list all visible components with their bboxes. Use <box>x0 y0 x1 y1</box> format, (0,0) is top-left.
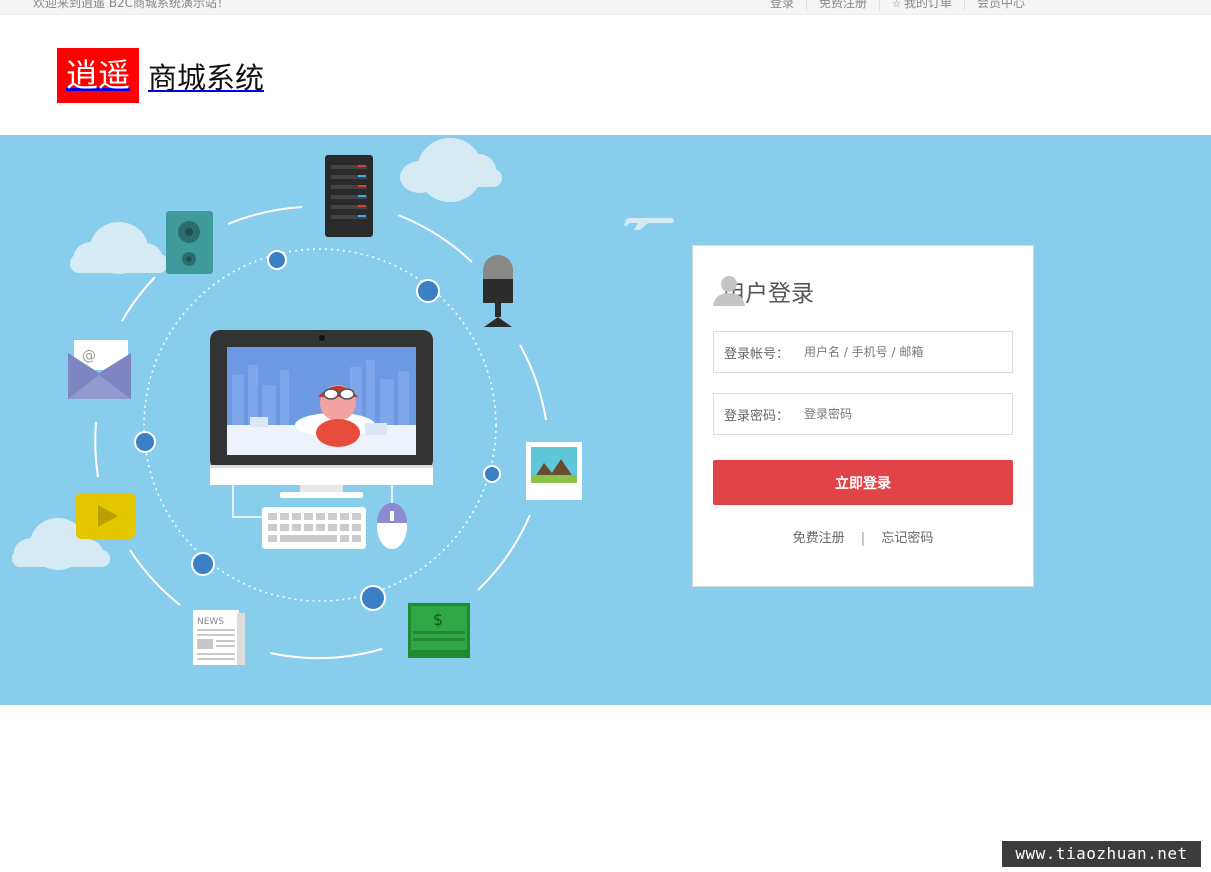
computer-icon <box>210 330 433 498</box>
top-link-member-center[interactable]: 会员中心 <box>964 0 1037 11</box>
mail-icon: @ <box>68 340 131 399</box>
star-icon: ☆ <box>892 0 901 10</box>
news-label: NEWS <box>197 617 224 627</box>
account-label: 登录帐号： <box>724 346 790 362</box>
logo-name: 商城系统 <box>148 60 265 95</box>
top-link-orders-label: 我的订单 <box>904 0 953 10</box>
login-title: 用户登录 <box>713 274 814 308</box>
top-link-login-label: 登录 <box>770 0 795 10</box>
login-banner: @ NEWS $ 用户登录 登录帐号： 用户名 / 手机号 / 邮箱 登录密码：… <box>0 135 1211 705</box>
logo-mark: 逍遥 <box>57 48 140 103</box>
speaker-icon <box>166 211 213 274</box>
welcome-text: 欢迎来到逍遥 B2C商城系统演示站！ <box>33 0 230 10</box>
account-field: 登录帐号： <box>713 331 1013 373</box>
site-logo[interactable]: 逍遥 商城系统 <box>57 48 264 103</box>
account-input[interactable] <box>804 333 1004 371</box>
keyboard-cable <box>232 485 262 518</box>
cloud-icon <box>70 222 168 274</box>
password-label: 登录密码： <box>724 408 790 424</box>
top-link-login[interactable]: 登录 <box>770 0 806 11</box>
cloud-icon <box>400 138 502 202</box>
svg-text:@: @ <box>82 348 96 364</box>
mouse-icon <box>377 503 407 549</box>
user-icon <box>713 276 745 306</box>
login-links: 免费注册 | 忘记密码 <box>693 527 1033 546</box>
site-header: 逍遥 商城系统 <box>0 16 1211 134</box>
login-submit-button[interactable]: 立即登录 <box>713 460 1013 505</box>
top-link-register-label: 免费注册 <box>819 0 868 10</box>
server-icon <box>325 155 373 237</box>
top-link-orders[interactable]: ☆ 我的订单 <box>879 0 964 11</box>
login-panel: 用户登录 登录帐号： 登录密码： 立即登录 免费注册 | 忘记密码 <box>692 245 1034 587</box>
photo-icon <box>526 442 582 500</box>
register-link[interactable]: 免费注册 <box>793 531 845 546</box>
forgot-password-link[interactable]: 忘记密码 <box>881 531 933 546</box>
top-link-member-label: 会员中心 <box>977 0 1026 10</box>
top-bar: 欢迎来到逍遥 B2C商城系统演示站！ 登录 免费注册 ☆ 我的订单 会员中心 <box>0 0 1211 15</box>
money-label: $ <box>433 610 443 629</box>
news-icon: NEWS <box>193 610 245 665</box>
keyboard-icon <box>262 507 366 549</box>
link-separator: | <box>860 531 866 546</box>
video-play-icon <box>76 493 135 539</box>
password-input[interactable] <box>804 395 1004 433</box>
password-field: 登录密码： <box>713 393 1013 435</box>
microphone-icon <box>483 255 513 327</box>
top-links: 登录 免费注册 ☆ 我的订单 会员中心 <box>770 0 1037 11</box>
airplane-icon <box>624 218 674 230</box>
top-link-register[interactable]: 免费注册 <box>806 0 879 11</box>
money-icon: $ <box>408 603 470 658</box>
watermark: www.tiaozhuan.net <box>1002 841 1201 867</box>
